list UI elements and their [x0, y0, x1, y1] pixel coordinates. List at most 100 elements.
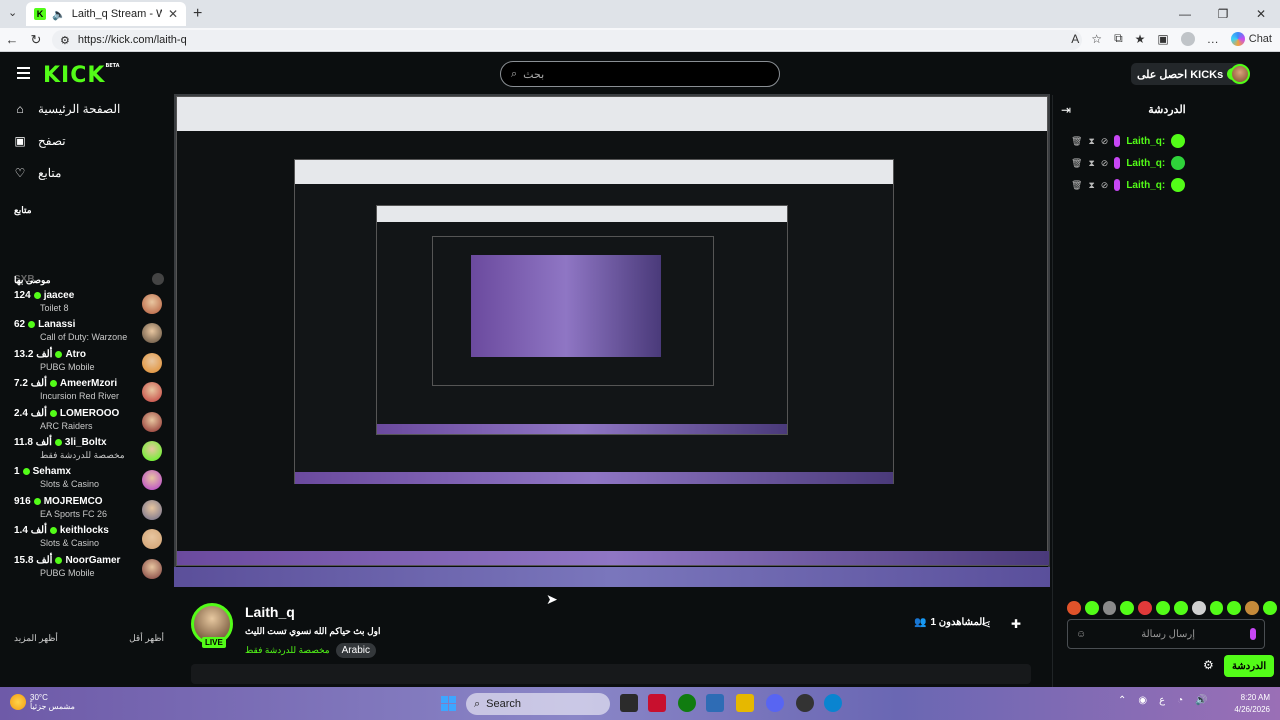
maximize-button[interactable]: ❐: [1204, 0, 1242, 28]
favorites-list-icon[interactable]: ★: [1135, 32, 1146, 46]
recommended-channel[interactable]: 13.2 ألف Atro PUBG Mobile: [14, 349, 164, 378]
follow-icon[interactable]: ✚: [1011, 617, 1021, 631]
obs-icon[interactable]: [796, 694, 814, 712]
recommended-channel[interactable]: 7.2 ألف AmeerMzori Incursion Red River: [14, 378, 164, 407]
recommended-channel[interactable]: 2.4 ألف LOMEROOO ARC Raiders: [14, 408, 164, 437]
emote-icon[interactable]: [1067, 601, 1081, 615]
extensions-icon[interactable]: ⧉: [1114, 31, 1123, 46]
tab-actions-icon[interactable]: ⌄: [8, 6, 17, 19]
search-input[interactable]: ⌕ بحث: [500, 61, 780, 87]
show-more-link[interactable]: أظهر المزيد: [14, 633, 58, 644]
close-tab-icon[interactable]: ✕: [168, 7, 178, 21]
network-icon[interactable]: ◔: [1177, 695, 1183, 706]
language-tag[interactable]: Arabic: [335, 643, 376, 658]
emote-icon[interactable]: [1138, 601, 1153, 615]
calculator-icon[interactable]: [706, 694, 724, 712]
video-player[interactable]: [174, 94, 1050, 587]
ban-icon[interactable]: ⊘: [1101, 158, 1109, 169]
channel-name: keithlocks: [59, 525, 109, 537]
emote-icon[interactable]: [1263, 601, 1277, 615]
kick-logo[interactable]: KICKBETA: [43, 63, 120, 88]
browser-tab[interactable]: K 🔈 Laith_q Stream - Watch Live o ✕: [26, 2, 186, 26]
recommended-channel[interactable]: 1 Sehamx Slots & Casino: [14, 466, 164, 495]
emote-icon[interactable]: [1173, 601, 1188, 615]
more-icon[interactable]: …: [1207, 32, 1219, 46]
ban-icon[interactable]: ⊘: [1101, 180, 1109, 191]
app-r-icon[interactable]: [736, 694, 754, 712]
emote-icon[interactable]: [1084, 601, 1099, 615]
chat-title: الدردشة: [1148, 104, 1186, 116]
mouse-cursor: ➤: [546, 591, 558, 607]
task-view-icon[interactable]: [620, 694, 638, 712]
url-field[interactable]: ⚙ https://kick.com/laith-q: [52, 30, 1082, 50]
back-button[interactable]: ←: [0, 32, 24, 47]
clock[interactable]: 8:20 AM 4/26/2026: [1230, 692, 1270, 716]
emote-icon[interactable]: [1191, 601, 1206, 615]
streamer-name[interactable]: Laith_q: [245, 604, 295, 620]
emote-icon[interactable]: [1120, 601, 1135, 615]
recommended-channel[interactable]: 15.8 ألف NoorGamer PUBG Mobile: [14, 555, 164, 584]
sidebar-item-browse[interactable]: ▣ تصفح: [14, 131, 164, 151]
discord-icon[interactable]: [766, 694, 784, 712]
sidebar-item-following[interactable]: ♡ متابع: [14, 163, 164, 183]
minimize-button[interactable]: —: [1166, 0, 1204, 28]
chat-settings-icon[interactable]: ⚙: [1203, 658, 1214, 672]
get-kicks-button[interactable]: احصل على KICKs K: [1131, 63, 1246, 85]
stream-category[interactable]: مخصصة للدردشة فقط: [245, 645, 330, 656]
chat-username[interactable]: Laith_q:: [1126, 180, 1165, 191]
captured-screen-2: [294, 159, 894, 484]
refresh-button[interactable]: ↻: [24, 32, 48, 48]
emote-icon[interactable]: [1156, 601, 1170, 615]
delete-icon[interactable]: 🗑: [1071, 180, 1082, 191]
emote-icon[interactable]: [1245, 601, 1260, 615]
chat-username[interactable]: Laith_q:: [1126, 136, 1165, 147]
recommended-channel[interactable]: 62 Lanassi Call of Duty: Warzone: [14, 319, 164, 348]
read-aloud-icon[interactable]: A: [1071, 32, 1079, 46]
windows-start-icon[interactable]: [441, 696, 456, 711]
menu-icon[interactable]: [17, 67, 30, 79]
timeout-icon[interactable]: ⧗: [1088, 136, 1094, 147]
language-icon[interactable]: ع: [1159, 695, 1165, 706]
delete-icon[interactable]: 🗑: [1071, 158, 1082, 169]
timeout-icon[interactable]: ⧗: [1088, 158, 1094, 169]
recommended-channel[interactable]: 11.8 ألف 3li_Boltx مخصصة للدردشة فقط: [14, 437, 164, 466]
delete-icon[interactable]: 🗑: [1071, 136, 1082, 147]
collections-icon[interactable]: ▣: [1157, 32, 1168, 46]
ban-icon[interactable]: ⊘: [1101, 136, 1109, 147]
copilot-chat-button[interactable]: Chat: [1230, 31, 1272, 46]
chat-input[interactable]: ☺ إرسال رسالة: [1067, 619, 1265, 649]
captured-windows-taskbar: [174, 567, 1050, 587]
emote-icon[interactable]: [1102, 601, 1117, 615]
new-tab-button[interactable]: +: [193, 5, 202, 23]
recommended-channel[interactable]: 916 MOJREMCO EA Sports FC 26: [14, 496, 164, 525]
xbox-icon[interactable]: [678, 694, 696, 712]
weather-widget[interactable]: 30°C مشمس جزئياً: [10, 693, 75, 711]
user-avatar[interactable]: [1230, 64, 1250, 84]
favorite-icon[interactable]: ☆: [1091, 32, 1102, 46]
recommended-channel[interactable]: 1.4 ألف keithlocks Slots & Casino: [14, 525, 164, 554]
tray-overflow-icon[interactable]: ⌃: [1118, 695, 1126, 706]
chat-username[interactable]: Laith_q:: [1126, 158, 1165, 169]
emoji-icon[interactable]: ☺: [1076, 629, 1086, 640]
close-window-button[interactable]: ✕: [1242, 0, 1280, 28]
taskbar-search[interactable]: ⌕ Search: [466, 693, 610, 715]
show-less-link[interactable]: أظهر أقل: [129, 633, 164, 644]
site-info-icon[interactable]: ⚙: [60, 34, 70, 47]
chat-send-button[interactable]: الدردشة: [1224, 655, 1275, 677]
emote-icon[interactable]: [1227, 601, 1242, 615]
emote-icon[interactable]: [1209, 601, 1224, 615]
profile-avatar[interactable]: [1180, 31, 1195, 46]
mic-icon[interactable]: [1250, 628, 1256, 640]
channel-line: 1 Sehamx: [14, 466, 164, 477]
timeout-icon[interactable]: ⧗: [1088, 180, 1094, 191]
edge-icon[interactable]: [824, 694, 842, 712]
app-a-icon[interactable]: [648, 694, 666, 712]
speaker-icon[interactable]: 🔈: [52, 8, 66, 21]
tray-app-icon[interactable]: ◉: [1138, 695, 1147, 706]
captured-taskbar: [177, 551, 1049, 565]
volume-icon[interactable]: 🔊: [1195, 695, 1207, 706]
recommended-channel[interactable]: 124 jaacee Toilet 8: [14, 290, 164, 319]
live-dot-icon: [49, 409, 57, 417]
sidebar-item-home[interactable]: ⌂ الصفحة الرئيسية: [14, 99, 164, 119]
share-icon[interactable]: ⋖: [981, 617, 991, 631]
